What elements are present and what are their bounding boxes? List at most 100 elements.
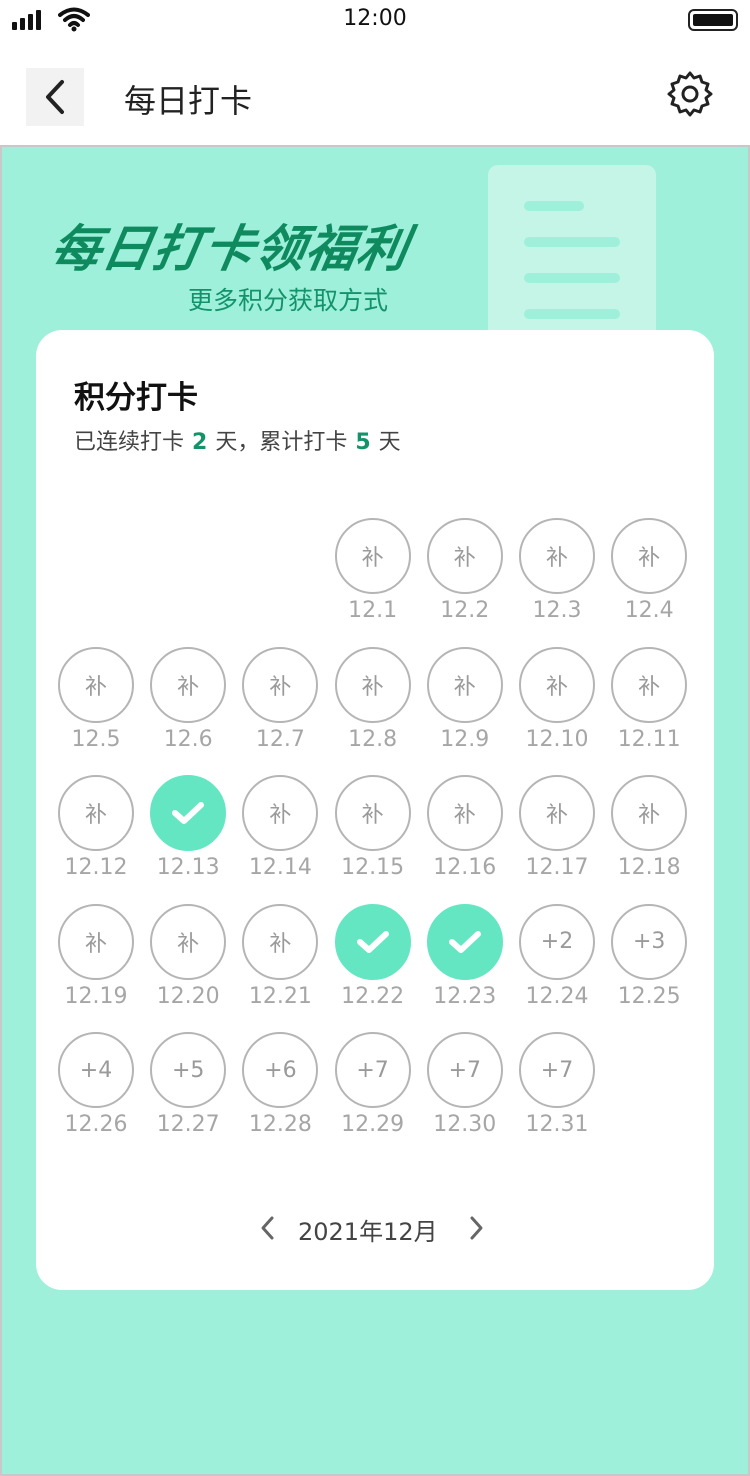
gear-icon — [667, 71, 713, 117]
summary-prefix: 已连续打卡 — [74, 430, 185, 455]
calendar-day[interactable]: 补 12.9 — [426, 646, 503, 765]
calendar-day[interactable]: 补 12.14 — [242, 775, 319, 893]
calendar-day[interactable]: +7 12.31 — [519, 1032, 595, 1150]
calendar-day[interactable]: 补 12.11 — [611, 646, 688, 765]
makeup-day-circle: 补 — [242, 775, 319, 852]
card-title: 积分打卡 — [74, 380, 198, 416]
checked-day-circle — [334, 903, 411, 980]
reward-day-circle: +3 — [611, 903, 688, 980]
calendar-day[interactable]: +6 12.28 — [242, 1032, 319, 1150]
makeup-day-circle: 补 — [426, 518, 503, 594]
calendar-day[interactable]: 补 12.1 — [334, 518, 411, 636]
checked-day-circle — [426, 903, 503, 980]
makeup-label: 补 — [177, 931, 200, 957]
makeup-day-circle: 补 — [58, 903, 134, 980]
makeup-day-circle: 补 — [242, 646, 319, 723]
back-button[interactable] — [26, 68, 84, 126]
calendar-day[interactable]: 补 12.7 — [242, 646, 319, 765]
makeup-day-circle: 补 — [334, 775, 411, 852]
makeup-label: 补 — [84, 803, 107, 829]
calendar-day[interactable]: 补 12.2 — [426, 518, 503, 636]
calendar-day[interactable]: +7 12.30 — [426, 1032, 503, 1150]
makeup-day-circle: 补 — [611, 518, 688, 594]
calendar-day[interactable]: 补 12.10 — [519, 646, 595, 765]
makeup-day-circle: 补 — [58, 646, 134, 723]
calendar-date-label: 12.31 — [525, 1112, 589, 1138]
makeup-day-circle: 补 — [611, 646, 688, 723]
checkin-summary: 已连续打卡 2 天，累计打卡 5 天 — [74, 424, 401, 456]
status-time: 12:00 — [343, 6, 407, 31]
makeup-label: 补 — [361, 546, 384, 571]
makeup-label: 补 — [361, 674, 384, 700]
month-navigator: 2021年12月 — [36, 1210, 714, 1246]
calendar-day[interactable]: +5 12.27 — [150, 1032, 227, 1150]
calendar-day[interactable]: 12.13 — [150, 775, 227, 893]
calendar-day[interactable]: +3 12.25 — [611, 903, 688, 1022]
checked-day-circle — [150, 775, 227, 852]
consecutive-days: 2 — [192, 430, 208, 455]
calendar-day[interactable]: 补 12.4 — [611, 518, 688, 636]
prev-month-button[interactable] — [258, 1214, 278, 1242]
month-label: 2021年12月 — [298, 1218, 438, 1246]
makeup-label: 补 — [453, 674, 476, 700]
summary-mid: 天，累计打卡 — [215, 430, 348, 455]
summary-suffix: 天 — [378, 430, 401, 455]
status-bar: 12:00 — [0, 0, 750, 40]
calendar-day[interactable]: 补 12.3 — [519, 518, 595, 636]
calendar-day[interactable]: 12.23 — [426, 903, 503, 1022]
calendar-date-label: 12.25 — [617, 983, 681, 1009]
calendar-day[interactable]: 12.22 — [334, 903, 411, 1022]
settings-button[interactable] — [664, 68, 716, 120]
calendar-date-label: 12.4 — [624, 598, 674, 623]
makeup-day-circle: 补 — [426, 775, 503, 852]
makeup-label: 补 — [638, 803, 661, 829]
calendar-day[interactable]: 补 12.21 — [242, 903, 319, 1022]
calendar-day[interactable]: 补 12.6 — [150, 646, 227, 765]
reward-day-circle: +4 — [58, 1032, 134, 1109]
makeup-day-circle: 补 — [519, 775, 595, 852]
makeup-label: 补 — [361, 803, 384, 829]
calendar-day[interactable]: 补 12.12 — [58, 775, 134, 893]
makeup-day-circle: 补 — [150, 646, 227, 723]
makeup-day-circle: 补 — [611, 775, 688, 852]
reward-points-label: +5 — [171, 1057, 205, 1083]
makeup-day-circle: 补 — [334, 518, 411, 594]
makeup-label: 补 — [453, 546, 476, 571]
calendar-day[interactable]: 补 12.16 — [426, 775, 503, 893]
makeup-label: 补 — [269, 674, 292, 700]
makeup-label: 补 — [269, 931, 292, 957]
reward-points-label: +7 — [356, 1057, 389, 1083]
hero-title: 每日打卡领福利 — [46, 220, 414, 278]
calendar-day[interactable]: 补 12.19 — [58, 903, 134, 1022]
makeup-label: 补 — [545, 546, 568, 571]
reward-day-circle: +2 — [519, 903, 595, 980]
makeup-label: 补 — [545, 674, 568, 700]
calendar-day[interactable]: +2 12.24 — [519, 903, 595, 1022]
calendar-day[interactable]: 补 12.15 — [334, 775, 411, 893]
calendar-day[interactable]: +7 12.29 — [334, 1032, 411, 1150]
calendar-day[interactable]: 补 12.8 — [334, 646, 411, 765]
reward-day-circle: +7 — [426, 1032, 503, 1109]
calendar-date-label: 12.18 — [617, 855, 681, 881]
calendar-day[interactable]: 补 12.20 — [150, 903, 227, 1022]
calendar-day[interactable]: +4 12.26 — [58, 1032, 134, 1150]
makeup-day-circle: 补 — [519, 518, 595, 594]
makeup-day-circle: 补 — [150, 903, 227, 980]
reward-points-label: +4 — [79, 1057, 113, 1083]
makeup-label: 补 — [545, 803, 568, 829]
makeup-day-circle: 补 — [334, 646, 411, 723]
calendar-day[interactable]: 补 12.18 — [611, 775, 688, 893]
reward-points-label: +7 — [540, 1057, 574, 1083]
makeup-label: 补 — [453, 803, 476, 829]
makeup-label: 补 — [638, 674, 661, 700]
more-points-link[interactable]: 更多积分获取方式 — [188, 281, 388, 317]
calendar-day[interactable]: 补 12.17 — [519, 775, 595, 893]
chevron-left-icon — [46, 80, 64, 114]
calendar-day[interactable]: 补 12.5 — [58, 646, 134, 765]
reward-points-label: +2 — [540, 929, 574, 955]
makeup-label: 补 — [84, 931, 107, 957]
next-month-button[interactable] — [466, 1214, 486, 1242]
makeup-label: 补 — [177, 674, 200, 700]
reward-points-label: +6 — [264, 1057, 297, 1083]
reward-points-label: +7 — [448, 1057, 482, 1083]
